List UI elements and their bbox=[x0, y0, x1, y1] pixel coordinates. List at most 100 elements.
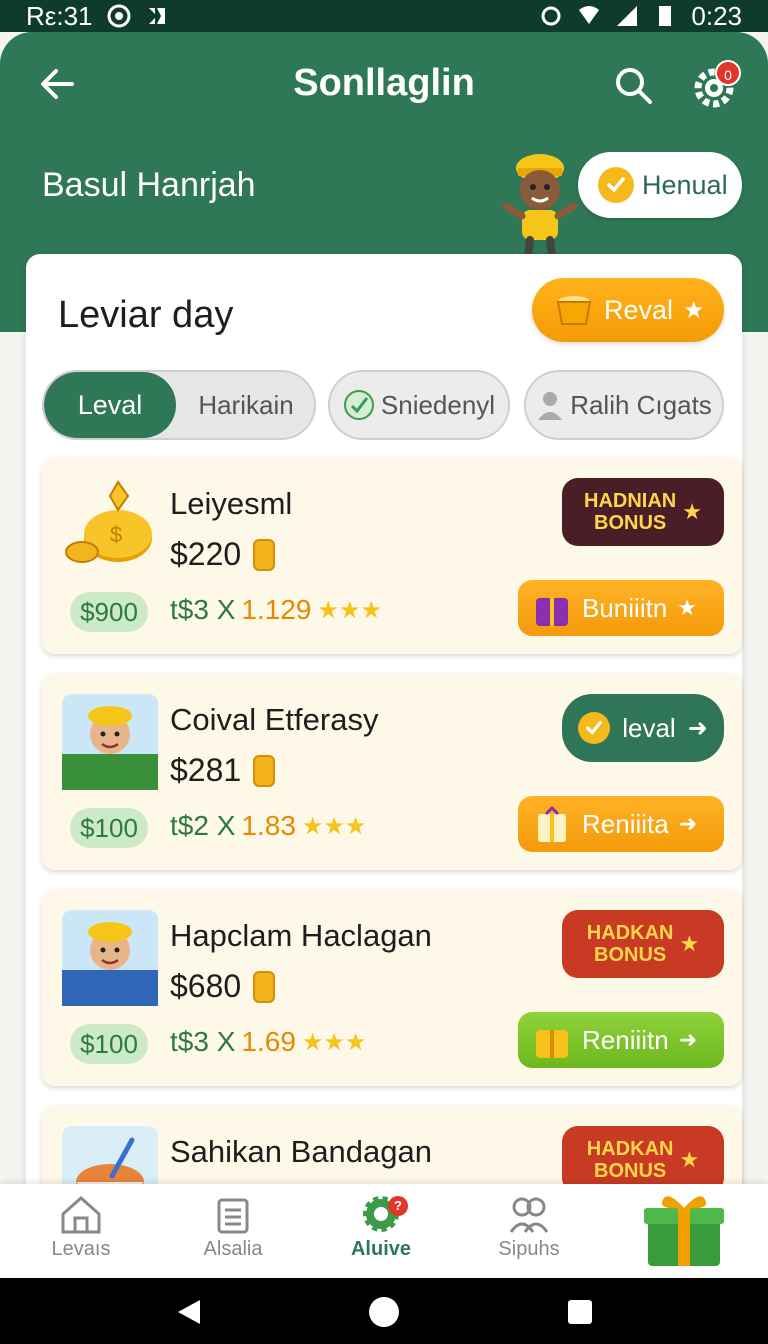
gift-bag-icon bbox=[538, 805, 566, 842]
mascot-character-image bbox=[502, 154, 578, 258]
gift-icon[interactable] bbox=[642, 1186, 726, 1268]
arrow-right-icon: ➜ bbox=[678, 1027, 698, 1052]
main-panel: Leviar day Reval ★ Leval Harikain Sniede… bbox=[26, 254, 742, 1302]
action-button[interactable]: Reniiitn ➜ bbox=[518, 1012, 724, 1068]
status-time: 0:23 bbox=[691, 0, 742, 31]
multiplier-info: t$3 X 1.69 ★★★ bbox=[170, 1026, 366, 1058]
item-name: Leiyesml bbox=[170, 486, 293, 521]
search-icon[interactable] bbox=[612, 64, 656, 108]
check-icon bbox=[578, 712, 611, 744]
gift-box-icon bbox=[536, 1030, 568, 1058]
status-left-text: Rε:31 bbox=[26, 0, 93, 31]
item-price: $281 bbox=[170, 752, 276, 789]
level-badge-label: leval bbox=[622, 712, 676, 743]
arrow-right-icon: ➜ bbox=[678, 811, 698, 836]
badge-line-2: BONUS bbox=[594, 1160, 667, 1182]
nav-label: Aluive bbox=[350, 1238, 412, 1260]
item-price: $220 bbox=[170, 536, 276, 573]
worker-avatar-icon bbox=[62, 694, 158, 790]
gift-box-icon bbox=[536, 598, 568, 626]
badge-line-1: HADKAN bbox=[586, 1138, 674, 1160]
battery-icon bbox=[659, 6, 672, 26]
star-icon: ★ bbox=[682, 499, 702, 524]
person-icon bbox=[538, 392, 563, 420]
tab-segment: Leval Harikain bbox=[42, 370, 316, 440]
star-icon: ★ bbox=[677, 595, 698, 620]
item-price-value: $220 bbox=[170, 536, 242, 572]
list-item[interactable]: Hapclam Haclagan $680 $100 t$3 X 1.69 ★★… bbox=[42, 890, 742, 1086]
check-icon bbox=[598, 167, 634, 203]
sync-icon bbox=[541, 6, 561, 26]
recents-square-icon[interactable] bbox=[566, 1298, 594, 1326]
action-button[interactable]: Reniiita ➜ bbox=[518, 796, 724, 852]
people-icon bbox=[509, 1197, 549, 1233]
stars-icon: ★★★ bbox=[301, 1028, 367, 1056]
deposit-pill: $100 bbox=[70, 808, 148, 848]
filter-chip-label: Sniedenyl bbox=[380, 389, 496, 420]
coin-icon bbox=[253, 538, 276, 571]
gold-coins-icon: $ bbox=[65, 480, 152, 563]
star-icon: ★ bbox=[683, 296, 705, 324]
action-button-label: Buniiitn bbox=[582, 592, 668, 623]
item-price-value: $281 bbox=[170, 752, 242, 788]
reward-button[interactable]: Reval ★ bbox=[532, 278, 724, 342]
bonus-badge: HADKAN BONUS ★ bbox=[562, 910, 724, 978]
wifi-icon bbox=[579, 6, 600, 24]
notification-badge: 0 bbox=[715, 60, 741, 86]
action-button-label: Reniiitn bbox=[582, 1024, 669, 1055]
rate-value: 1.69 bbox=[241, 1026, 296, 1057]
deposit-pill: $100 bbox=[70, 1024, 148, 1064]
item-price: $680 bbox=[170, 968, 276, 1005]
multiplier-info: t$2 X 1.83 ★★★ bbox=[170, 810, 366, 842]
tab-harikain[interactable]: Harikain bbox=[176, 372, 314, 438]
nav-item-sipuhs[interactable]: Sipuhs bbox=[474, 1194, 584, 1261]
deposit-pill: $900 bbox=[70, 592, 148, 632]
badge-line-1: HADKAN bbox=[586, 922, 674, 944]
action-button-label: Reniiita bbox=[582, 808, 669, 839]
star-icon: ★ bbox=[679, 1147, 700, 1172]
action-button[interactable]: Buniiitn ★ bbox=[518, 580, 724, 636]
status-pill-button[interactable]: Henual bbox=[578, 152, 742, 218]
treasure-pot-icon bbox=[556, 296, 592, 325]
badge-line-1: HADNIAN bbox=[584, 490, 677, 512]
bonus-badge: HADNIAN BONUS ★ bbox=[562, 478, 724, 546]
nav-label: Alsalia bbox=[203, 1238, 263, 1260]
item-price-value: $680 bbox=[170, 968, 242, 1004]
signal-icon bbox=[617, 6, 638, 26]
badge-line-2: BONUS bbox=[594, 944, 667, 966]
user-name: Basul Hanrjah bbox=[42, 166, 256, 204]
nav-label: Levaıs bbox=[51, 1238, 111, 1260]
rate-value: 1.129 bbox=[241, 594, 312, 625]
nav-label: Sipuhs bbox=[498, 1238, 560, 1260]
list-item[interactable]: $ Leiyesml $220 $900 t$3 X 1.129 ★★★ HAD… bbox=[42, 458, 742, 654]
star-icon: ★ bbox=[679, 931, 700, 956]
filter-chip-sniedenyl[interactable]: Sniedenyl bbox=[328, 370, 510, 440]
nav-item-aluive[interactable]: ? Aluive bbox=[326, 1194, 436, 1261]
stars-icon: ★★★ bbox=[317, 596, 383, 624]
status-pill-label: Henual bbox=[642, 169, 728, 200]
home-circle-icon[interactable] bbox=[368, 1296, 400, 1328]
item-name: Hapclam Haclagan bbox=[170, 918, 432, 953]
level-badge-button[interactable]: leval ➜ bbox=[562, 694, 724, 762]
nav-item-alsalia[interactable]: Alsalia bbox=[178, 1194, 288, 1261]
home-icon bbox=[61, 1195, 101, 1234]
multiplier-text: t$2 X bbox=[170, 810, 236, 841]
worker-avatar-icon bbox=[62, 910, 158, 1006]
filter-chip-ralih[interactable]: Ralih Cıgats bbox=[524, 370, 724, 440]
item-name: Coival Etferasy bbox=[170, 702, 379, 737]
coin-icon bbox=[253, 970, 276, 1003]
item-name: Sahikan Bandagan bbox=[170, 1134, 433, 1169]
tab-leval[interactable]: Leval bbox=[44, 372, 176, 438]
coin-icon bbox=[253, 754, 276, 787]
multiplier-text: t$3 X bbox=[170, 1026, 236, 1057]
back-triangle-icon[interactable] bbox=[176, 1298, 202, 1326]
record-icon bbox=[107, 4, 131, 28]
clipboard-icon bbox=[217, 1198, 249, 1234]
nav-item-levais[interactable]: Levaıs bbox=[26, 1194, 136, 1261]
arrow-right-icon: ➜ bbox=[687, 714, 708, 742]
cast-icon bbox=[148, 8, 165, 24]
stars-icon: ★★★ bbox=[301, 812, 367, 840]
list-item[interactable]: Coival Etferasy $281 $100 t$2 X 1.83 ★★★… bbox=[42, 674, 742, 870]
nav-badge: ? bbox=[388, 1196, 408, 1216]
badge-line-2: BONUS bbox=[594, 512, 667, 534]
